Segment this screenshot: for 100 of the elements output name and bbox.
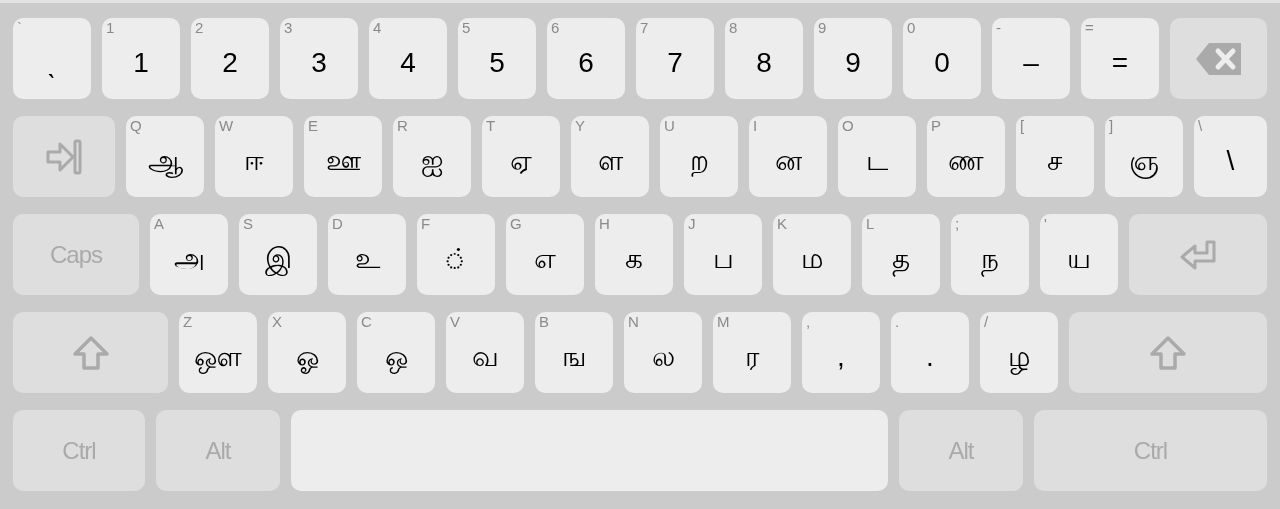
key[interactable]: 2 2 — [191, 18, 269, 99]
key[interactable]: - – — [992, 18, 1070, 99]
key[interactable]: H க — [595, 214, 673, 295]
key-hint: R — [397, 117, 408, 135]
key[interactable]: 8 8 — [725, 18, 803, 99]
key[interactable]: 0 0 — [903, 18, 981, 99]
key-hint: C — [361, 313, 372, 331]
key[interactable]: E ஊ — [304, 116, 382, 197]
shift-key[interactable] — [13, 312, 168, 393]
tab-key[interactable] — [13, 116, 115, 197]
key-label: எ — [534, 242, 556, 275]
key[interactable]: 6 6 — [547, 18, 625, 99]
key-hint: K — [777, 215, 787, 233]
key-hint: H — [599, 215, 610, 233]
enter-key[interactable] — [1129, 214, 1267, 295]
key[interactable]: [ ச — [1016, 116, 1094, 197]
key[interactable]: N ல — [624, 312, 702, 393]
key-hint: 0 — [907, 19, 916, 37]
key-hint: T — [486, 117, 496, 135]
backspace-key[interactable] — [1170, 18, 1267, 99]
key-label: \ — [1226, 144, 1235, 177]
key-label: 2 — [222, 46, 238, 79]
key-label: 7 — [667, 46, 683, 79]
key[interactable]: ; ந — [951, 214, 1029, 295]
key[interactable]: I ன — [749, 116, 827, 197]
key-label: ஏ — [510, 144, 532, 177]
key[interactable]: B ங — [535, 312, 613, 393]
key-label: ற — [689, 144, 709, 177]
key[interactable]: , , — [802, 312, 880, 393]
key-hint: P — [931, 117, 941, 135]
key-hint: 7 — [640, 19, 649, 37]
key-hint: M — [717, 313, 730, 331]
key[interactable]: F ◌் — [417, 214, 495, 295]
key-label: ஈ — [244, 144, 264, 177]
space-bar[interactable] — [291, 410, 888, 491]
key[interactable]: C ஒ — [357, 312, 435, 393]
key-label: ஞ — [1129, 144, 1159, 177]
key-hint: G — [510, 215, 522, 233]
key-label: 0 — [934, 46, 950, 79]
key[interactable]: R ஐ — [393, 116, 471, 197]
key[interactable]: D உ — [328, 214, 406, 295]
enter-icon — [1179, 238, 1217, 271]
key-hint: 9 — [818, 19, 827, 37]
key[interactable]: K ம — [773, 214, 851, 295]
key[interactable]: Z ஔ — [179, 312, 257, 393]
key-hint: B — [539, 313, 549, 331]
key[interactable]: L த — [862, 214, 940, 295]
key[interactable]: S இ — [239, 214, 317, 295]
key-label: ந — [981, 242, 999, 275]
key[interactable]: 4 4 — [369, 18, 447, 99]
key-label: ங — [561, 340, 587, 373]
key-label: ப — [712, 242, 734, 275]
key[interactable]: Y ள — [571, 116, 649, 197]
key[interactable]: ' ய — [1040, 214, 1118, 295]
key[interactable]: M ர — [713, 312, 791, 393]
key[interactable]: J ப — [684, 214, 762, 295]
key-hint: . — [895, 313, 900, 331]
key-hint: J — [688, 215, 696, 233]
key-hint: F — [421, 215, 431, 233]
key-hint: S — [243, 215, 253, 233]
key[interactable]: O ட — [838, 116, 916, 197]
key[interactable]: T ஏ — [482, 116, 560, 197]
key-label: ர — [745, 340, 759, 373]
key-label: இ — [264, 242, 292, 275]
key[interactable]: 9 9 — [814, 18, 892, 99]
key-label: – — [1023, 46, 1039, 79]
key[interactable]: Q ஆ — [126, 116, 204, 197]
key-label: ல — [651, 340, 675, 373]
key[interactable]: P ண — [927, 116, 1005, 197]
key[interactable]: ` ˎ — [13, 18, 91, 99]
key[interactable]: 1 1 — [102, 18, 180, 99]
key-hint: 6 — [551, 19, 560, 37]
key[interactable]: / ழ — [980, 312, 1058, 393]
key[interactable]: ] ஞ — [1105, 116, 1183, 197]
key[interactable]: . . — [891, 312, 969, 393]
key-hint: Y — [575, 117, 585, 135]
key-label: 9 — [845, 46, 861, 79]
key-label: ஒ — [384, 340, 408, 373]
key-label: ஊ — [325, 144, 361, 177]
key-hint: V — [450, 313, 460, 331]
key[interactable]: 7 7 — [636, 18, 714, 99]
key-label: 6 — [578, 46, 594, 79]
key-label: 3 — [311, 46, 327, 79]
key[interactable]: 3 3 — [280, 18, 358, 99]
key[interactable]: W ஈ — [215, 116, 293, 197]
key-hint: , — [806, 313, 811, 331]
key[interactable]: A அ — [150, 214, 228, 295]
key[interactable]: \ \ — [1194, 116, 1267, 197]
key[interactable]: X ஓ — [268, 312, 346, 393]
key-label: ள — [597, 144, 623, 177]
key[interactable]: G எ — [506, 214, 584, 295]
key[interactable]: 5 5 — [458, 18, 536, 99]
key[interactable]: = = — [1081, 18, 1159, 99]
key[interactable]: U ற — [660, 116, 738, 197]
key-label: 8 — [756, 46, 772, 79]
key[interactable]: V வ — [446, 312, 524, 393]
shift-key[interactable] — [1069, 312, 1267, 393]
key-label: ம — [800, 242, 824, 275]
key-hint: W — [219, 117, 234, 135]
key-hint: ` — [17, 19, 22, 37]
